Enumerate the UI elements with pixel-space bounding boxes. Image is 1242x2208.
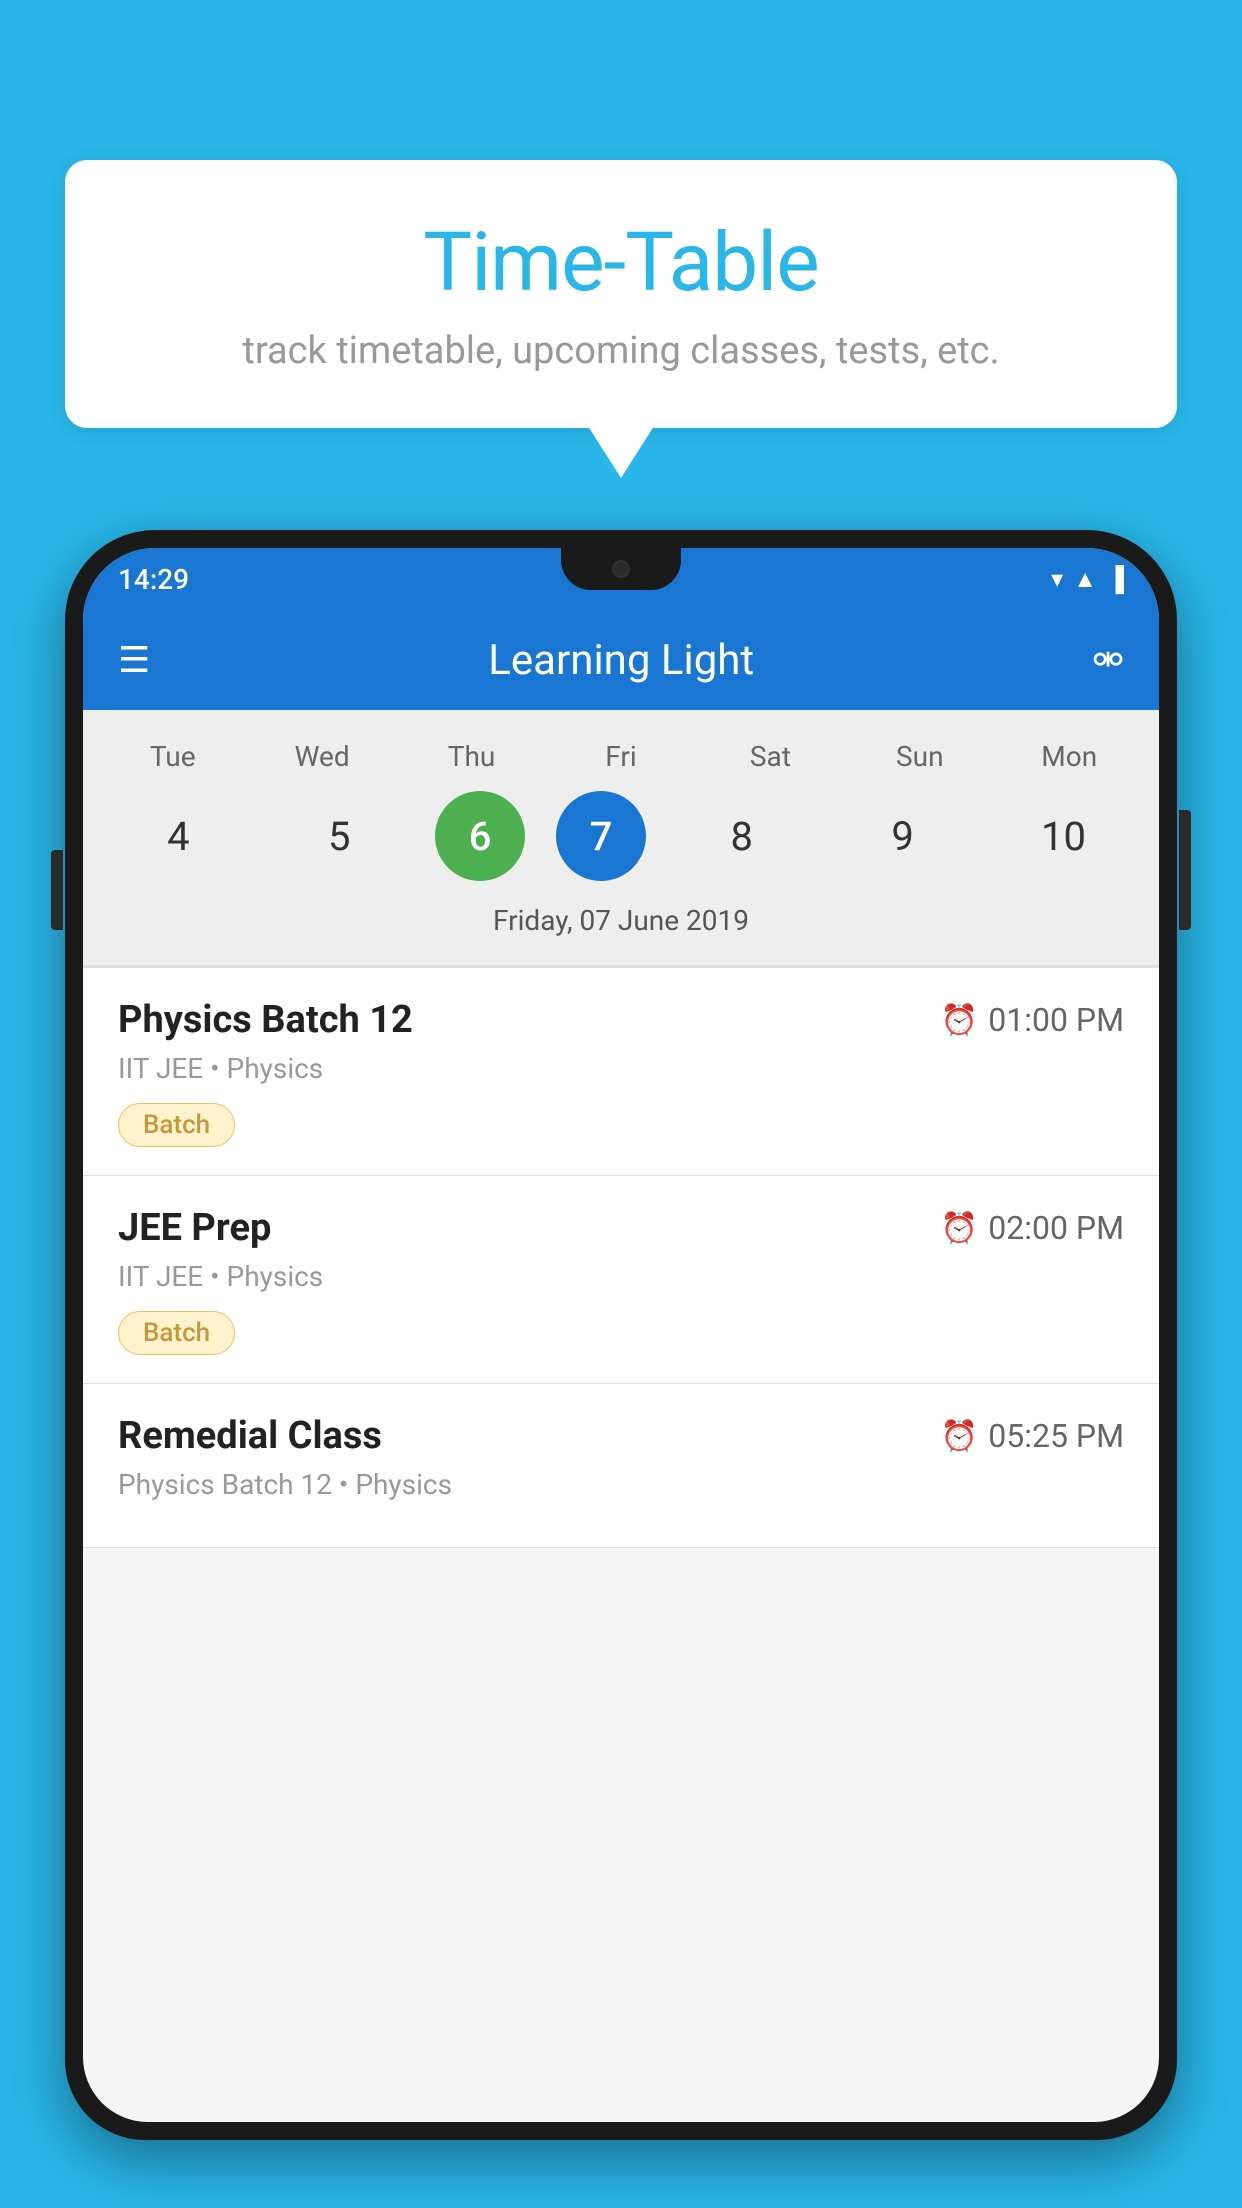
day-5[interactable]: 5 — [274, 791, 404, 881]
status-bar: 14:29 ▾ ▲ ▐ — [83, 548, 1159, 610]
schedule-item-3-sub: Physics Batch 12 • Physics — [118, 1468, 1124, 1501]
search-icon[interactable]: ⚮ — [1092, 638, 1124, 683]
day-header-row: Tue Wed Thu Fri Sat Sun Mon — [83, 730, 1159, 783]
day-10[interactable]: 10 — [998, 791, 1128, 881]
menu-icon[interactable]: ☰ — [118, 639, 150, 681]
notch — [561, 548, 681, 590]
schedule-item-3-title: Remedial Class — [118, 1414, 382, 1458]
clock-icon-3: ⏰ — [941, 1419, 978, 1454]
day-header-sun: Sun — [855, 740, 985, 773]
schedule-list: Physics Batch 12 ⏰ 01:00 PM IIT JEE • Ph… — [83, 968, 1159, 1548]
schedule-item-2[interactable]: JEE Prep ⏰ 02:00 PM IIT JEE • Physics Ba… — [83, 1176, 1159, 1384]
battery-icon: ▐ — [1107, 565, 1124, 594]
schedule-item-3[interactable]: Remedial Class ⏰ 05:25 PM Physics Batch … — [83, 1384, 1159, 1548]
schedule-item-2-sub: IIT JEE • Physics — [118, 1260, 1124, 1293]
bubble-subtitle: track timetable, upcoming classes, tests… — [125, 329, 1117, 373]
day-9[interactable]: 9 — [838, 791, 968, 881]
day-header-wed: Wed — [257, 740, 387, 773]
schedule-item-1[interactable]: Physics Batch 12 ⏰ 01:00 PM IIT JEE • Ph… — [83, 968, 1159, 1176]
camera-dot — [612, 560, 630, 578]
day-4[interactable]: 4 — [113, 791, 243, 881]
schedule-item-2-title: JEE Prep — [118, 1206, 271, 1250]
schedule-item-1-sub: IIT JEE • Physics — [118, 1052, 1124, 1085]
day-header-sat: Sat — [705, 740, 835, 773]
schedule-item-2-header: JEE Prep ⏰ 02:00 PM — [118, 1206, 1124, 1250]
schedule-item-1-time: ⏰ 01:00 PM — [941, 1001, 1124, 1039]
batch-badge-1: Batch — [118, 1103, 235, 1147]
schedule-item-3-time: ⏰ 05:25 PM — [941, 1417, 1124, 1455]
bubble-title: Time-Table — [125, 215, 1117, 311]
phone-wrapper: 14:29 ▾ ▲ ▐ ☰ Learning Light ⚮ Tue Wed T… — [65, 530, 1177, 2208]
clock-icon-1: ⏰ — [941, 1003, 978, 1038]
calendar-section: Tue Wed Thu Fri Sat Sun Mon 4 5 6 7 8 9 … — [83, 710, 1159, 965]
day-header-mon: Mon — [1004, 740, 1134, 773]
status-time: 14:29 — [118, 563, 189, 596]
status-icons: ▾ ▲ ▐ — [1051, 565, 1124, 594]
clock-icon-2: ⏰ — [941, 1211, 978, 1246]
day-header-thu: Thu — [407, 740, 537, 773]
phone-inner: 14:29 ▾ ▲ ▐ ☰ Learning Light ⚮ Tue Wed T… — [83, 548, 1159, 2122]
schedule-item-2-time: ⏰ 02:00 PM — [941, 1209, 1124, 1247]
selected-date-label: Friday, 07 June 2019 — [83, 896, 1159, 955]
day-number-row: 4 5 6 7 8 9 10 — [83, 783, 1159, 896]
app-bar: ☰ Learning Light ⚮ — [83, 610, 1159, 710]
phone-outer: 14:29 ▾ ▲ ▐ ☰ Learning Light ⚮ Tue Wed T… — [65, 530, 1177, 2140]
speech-bubble: Time-Table track timetable, upcoming cla… — [65, 160, 1177, 428]
signal-icon: ▲ — [1073, 565, 1097, 594]
batch-badge-2: Batch — [118, 1311, 235, 1355]
day-7-selected[interactable]: 7 — [556, 791, 646, 881]
wifi-icon: ▾ — [1051, 565, 1063, 593]
day-header-tue: Tue — [108, 740, 238, 773]
schedule-item-1-title: Physics Batch 12 — [118, 998, 413, 1042]
schedule-item-3-header: Remedial Class ⏰ 05:25 PM — [118, 1414, 1124, 1458]
app-title: Learning Light — [180, 636, 1062, 685]
speech-bubble-section: Time-Table track timetable, upcoming cla… — [65, 160, 1177, 428]
day-8[interactable]: 8 — [677, 791, 807, 881]
day-header-fri: Fri — [556, 740, 686, 773]
day-6-today[interactable]: 6 — [435, 791, 525, 881]
schedule-item-1-header: Physics Batch 12 ⏰ 01:00 PM — [118, 998, 1124, 1042]
